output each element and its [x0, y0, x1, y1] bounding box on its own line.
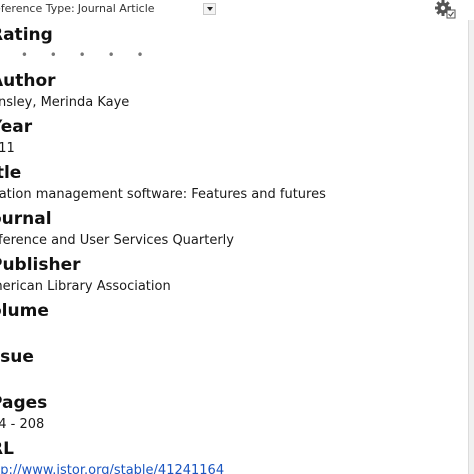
field-label-volume: olume [0, 301, 49, 321]
field-value-year[interactable]: 011 [0, 139, 460, 162]
field-label-year: Year [0, 117, 33, 137]
field-label-pages: Pages [0, 393, 48, 413]
gear-icon[interactable] [434, 0, 458, 20]
field-value-publisher[interactable]: merican Library Association [0, 277, 460, 300]
field-label-author: Author [0, 71, 56, 91]
reference-type-bar: eference Type: Journal Article [0, 0, 474, 20]
field-value-author[interactable]: ensley, Merinda Kaye [0, 93, 460, 116]
field-label-rating: Rating [0, 25, 53, 45]
field-label-issue: ssue [0, 347, 34, 367]
url-link[interactable]: ttp://www.jstor.org/stable/41241164 [0, 463, 224, 474]
field-value-url[interactable]: ttp://www.jstor.org/stable/41241164 [0, 461, 460, 474]
field-label-url: RL [0, 439, 14, 459]
reference-type-label: eference Type: [0, 2, 75, 15]
field-value-journal[interactable]: eference and User Services Quarterly [0, 231, 460, 254]
vertical-scrollbar[interactable] [468, 20, 474, 474]
reference-fields-panel: Rating • • • • • • Author ensley, Merind… [0, 24, 460, 474]
reference-type-value[interactable]: Journal Article [78, 2, 155, 15]
reference-type-dropdown-button[interactable] [203, 3, 216, 15]
field-label-publisher: Publisher [0, 255, 81, 275]
field-value-issue[interactable] [0, 369, 460, 392]
field-value-pages[interactable]: 04 - 208 [0, 415, 460, 438]
field-value-volume[interactable]: 0 [0, 323, 460, 346]
field-value-title[interactable]: itation management software: Features an… [0, 185, 460, 208]
field-label-title: itle [0, 163, 22, 183]
reference-type-field[interactable]: eference Type: Journal Article [0, 2, 155, 15]
field-label-journal: ournal [0, 209, 52, 229]
rating-stars[interactable]: • • • • • • [0, 47, 460, 70]
